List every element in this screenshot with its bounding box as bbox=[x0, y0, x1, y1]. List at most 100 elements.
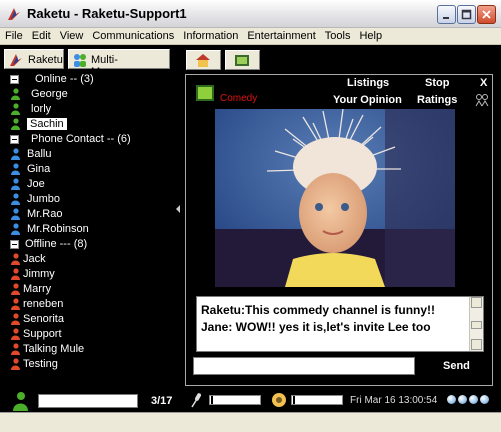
contact-ballu[interactable]: Ballu bbox=[3, 147, 173, 161]
chat-scrollbar[interactable] bbox=[469, 297, 483, 351]
your-opinion-link[interactable]: Your Opinion bbox=[333, 94, 402, 106]
contact-lorly[interactable]: lorly bbox=[3, 102, 173, 116]
maximize-button[interactable] bbox=[457, 5, 476, 24]
contact-marry[interactable]: Marry bbox=[3, 282, 173, 296]
main-area: Raketu Multi-Messenger Online -- (3) Geo… bbox=[0, 45, 501, 432]
offline-person-icon bbox=[11, 313, 20, 325]
close-button[interactable] bbox=[477, 5, 496, 24]
group-offline[interactable]: Offline --- (8) bbox=[3, 237, 173, 251]
maximize-icon bbox=[461, 9, 472, 20]
title-bar: Raketu - Raketu-Support1 bbox=[0, 0, 501, 28]
speaker-icon[interactable] bbox=[271, 392, 287, 408]
rating-people-icon bbox=[475, 94, 489, 107]
connection-dot-icon bbox=[480, 395, 489, 404]
contact-name: George bbox=[31, 88, 68, 100]
group-online[interactable]: Online -- (3) bbox=[3, 72, 173, 86]
phone-person-icon bbox=[11, 223, 20, 235]
group-phone-contact[interactable]: Phone Contact -- (6) bbox=[3, 132, 173, 146]
contact-talking-mule[interactable]: Talking Mule bbox=[3, 342, 173, 356]
group-label: Offline --- (8) bbox=[25, 238, 88, 250]
menu-view[interactable]: View bbox=[55, 28, 88, 42]
mic-volume-control[interactable] bbox=[187, 391, 267, 409]
stop-link[interactable]: Stop bbox=[425, 77, 449, 89]
contact-senorita[interactable]: Senorita bbox=[3, 312, 173, 326]
window-title: Raketu - Raketu-Support1 bbox=[27, 6, 187, 21]
collapse-icon[interactable] bbox=[10, 240, 19, 249]
people-icon bbox=[74, 54, 86, 67]
contact-joe[interactable]: Joe bbox=[3, 177, 173, 191]
contact-name: Jimmy bbox=[23, 268, 55, 280]
contact-jumbo[interactable]: Jumbo bbox=[3, 192, 173, 206]
window-bottom-frame bbox=[0, 412, 501, 432]
scroll-thumb[interactable] bbox=[471, 321, 482, 329]
raketu-logo-icon bbox=[8, 8, 20, 20]
contact-mr-rao[interactable]: Mr.Rao bbox=[3, 207, 173, 221]
contact-name: Mr.Robinson bbox=[27, 223, 89, 235]
contact-gina[interactable]: Gina bbox=[3, 162, 173, 176]
panel-splitter[interactable] bbox=[174, 45, 182, 432]
minimize-button[interactable] bbox=[437, 5, 456, 24]
close-icon bbox=[482, 10, 491, 19]
contact-reneben[interactable]: reneben bbox=[3, 297, 173, 311]
menu-edit[interactable]: Edit bbox=[27, 28, 55, 42]
collapse-arrow-icon[interactable] bbox=[176, 205, 180, 213]
my-status-icon[interactable] bbox=[12, 391, 28, 411]
status-message-input[interactable] bbox=[38, 394, 138, 408]
contact-sachin[interactable]: Sachin bbox=[3, 117, 173, 131]
phone-person-icon bbox=[11, 148, 20, 160]
offline-person-icon bbox=[11, 343, 20, 355]
menu-tools[interactable]: Tools bbox=[320, 28, 355, 42]
scroll-up-icon[interactable] bbox=[471, 297, 482, 308]
raketu-button[interactable]: Raketu bbox=[4, 49, 64, 69]
tv-button[interactable] bbox=[225, 50, 260, 70]
speaker-volume-control[interactable] bbox=[269, 391, 349, 409]
home-icon bbox=[196, 54, 210, 67]
phone-person-icon bbox=[11, 208, 20, 220]
contact-jimmy[interactable]: Jimmy bbox=[3, 267, 173, 281]
entertainment-panel: Comedy Listings Stop X Your Opinion Rati… bbox=[185, 74, 493, 386]
menu-entertainment[interactable]: Entertainment bbox=[242, 28, 319, 42]
menu-communications[interactable]: Communications bbox=[87, 28, 178, 42]
offline-person-icon bbox=[11, 268, 20, 280]
contact-support[interactable]: Support bbox=[3, 327, 173, 341]
multi-messenger-button[interactable]: Multi-Messenger bbox=[68, 49, 170, 78]
home-button[interactable] bbox=[186, 50, 221, 70]
raketu-logo-icon bbox=[10, 54, 22, 66]
collapse-icon[interactable] bbox=[10, 75, 19, 84]
menu-information[interactable]: Information bbox=[178, 28, 242, 42]
scroll-down-icon[interactable] bbox=[471, 339, 482, 350]
tv-icon bbox=[235, 55, 249, 66]
microphone-icon[interactable] bbox=[189, 392, 203, 408]
minimize-icon bbox=[443, 17, 449, 19]
contact-name: Sachin bbox=[27, 118, 67, 130]
contact-name: Support bbox=[23, 328, 62, 340]
collapse-icon[interactable] bbox=[10, 135, 19, 144]
ratings-link[interactable]: Ratings bbox=[417, 94, 457, 106]
contact-george[interactable]: George bbox=[3, 87, 173, 101]
contact-name: lorly bbox=[31, 103, 52, 115]
contact-name: reneben bbox=[23, 298, 64, 310]
video-frame[interactable] bbox=[215, 109, 455, 287]
phone-person-icon bbox=[11, 163, 20, 175]
menu-help[interactable]: Help bbox=[354, 28, 386, 42]
menu-file[interactable]: File bbox=[0, 28, 27, 42]
contact-name: Senorita bbox=[23, 313, 64, 325]
offline-person-icon bbox=[11, 253, 20, 265]
listings-link[interactable]: Listings bbox=[347, 77, 389, 89]
connection-dot-icon bbox=[458, 395, 467, 404]
raketu-button-label: Raketu bbox=[28, 54, 63, 66]
chat-input[interactable] bbox=[193, 357, 415, 375]
chat-line: Raketu:This commedy channel is funny!! bbox=[201, 303, 436, 317]
offline-person-icon bbox=[11, 298, 20, 310]
close-channel-link[interactable]: X bbox=[480, 77, 487, 89]
send-button[interactable]: Send bbox=[443, 360, 470, 372]
contact-mr-robinson[interactable]: Mr.Robinson bbox=[3, 222, 173, 236]
online-person-icon bbox=[11, 88, 20, 100]
mic-volume-slider[interactable] bbox=[209, 395, 261, 405]
contact-testing[interactable]: Testing bbox=[3, 357, 173, 371]
chat-log[interactable]: Raketu:This commedy channel is funny!! J… bbox=[196, 296, 484, 352]
channel-icon bbox=[196, 85, 214, 101]
contact-jack[interactable]: Jack bbox=[3, 252, 173, 266]
speaker-volume-slider[interactable] bbox=[291, 395, 343, 405]
group-label: Online -- (3) bbox=[35, 73, 94, 85]
